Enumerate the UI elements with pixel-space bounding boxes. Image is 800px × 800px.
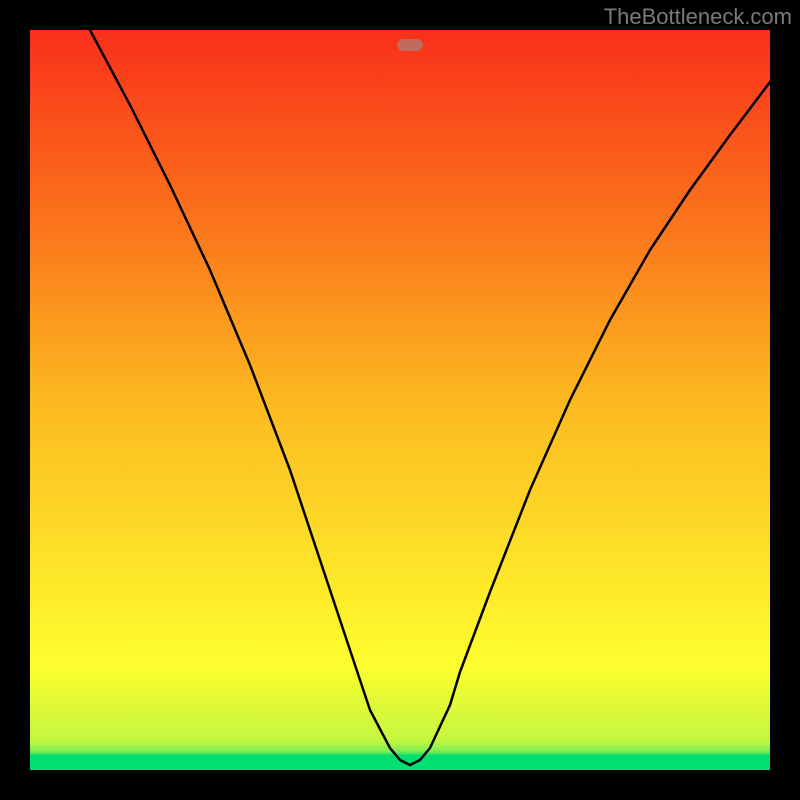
watermark-text: TheBottleneck.com bbox=[604, 4, 792, 30]
curve-svg bbox=[30, 30, 770, 770]
plot-area bbox=[30, 30, 770, 770]
bottleneck-curve bbox=[90, 30, 770, 765]
optimal-marker bbox=[397, 39, 423, 51]
chart-container: TheBottleneck.com bbox=[0, 0, 800, 800]
